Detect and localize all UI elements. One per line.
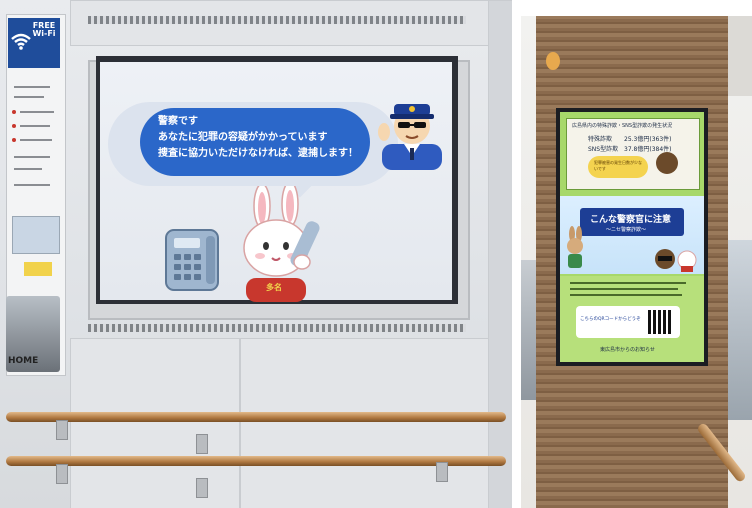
kiosk-sub-title: 〜ニセ警察詐欺〜 [606,227,647,233]
rail-bracket [56,420,68,440]
handrail-lower [6,456,506,466]
handrail-upper [6,412,506,422]
kiosk-raccoon-icon [656,152,678,174]
wall-mascot [546,52,560,70]
sign-text-line [20,139,52,141]
kiosk-characters-icon [655,249,697,272]
decor-strip-bottom [88,324,466,332]
sign-text-line [14,156,50,158]
kiosk-text-line [570,282,686,284]
sign-text-line [20,111,54,113]
kiosk-rabbit-icon [567,226,583,268]
speech-line-1: 警察です [158,116,198,127]
sign-text-line [20,125,50,127]
wall-edge [488,0,512,508]
police-officer-illustration [378,104,442,170]
speech-line-2: あなたに犯罪の容疑がかかっています [158,132,328,143]
wifi-sign-label: FREE Wi-Fi [32,21,56,38]
qr-code-icon[interactable] [648,310,672,334]
sign-text-line [14,86,50,88]
rail-bracket [56,464,68,484]
store-sign-label: HOME [8,356,39,366]
floor-map [12,216,60,254]
store-shelves-right [728,240,752,420]
sign-text-line [14,184,50,186]
wall-panel-lower-right [240,338,492,508]
rail-bracket [196,434,208,454]
kiosk-badge-text: 犯罪被害の発生日数が少ないです [594,160,642,171]
kiosk-stat-label-2: SNS型詐欺 [588,146,619,153]
kiosk-text-line [570,294,682,296]
kiosk-stat-value-1: 25.3億円(363件) [624,136,672,143]
left-photo: FREE Wi-Fi HOME 警察です あなたに犯罪の容疑がかかっています 捜… [0,0,512,508]
wifi-icon [11,33,31,50]
sign-text-line [14,96,44,98]
rail-bracket [436,462,448,482]
decor-strip-top [88,16,466,24]
rail-bracket [196,478,208,498]
kiosk-qr-label: こちらのQRコードからどうぞ [580,317,641,322]
wall-panel-lower-left [70,338,240,508]
kiosk-stat-label-1: 特殊詐欺 [588,136,613,143]
kiosk-main-title: こんな警察官に注意 [590,215,672,225]
telephone-illustration [165,229,219,291]
sign-text-line [14,168,42,170]
rabbit-shirt-label: 多名 [266,283,282,292]
sign-bullet [12,110,16,114]
speech-line-3: 捜査に協力いただけなければ、逮捕します！ [158,148,358,159]
yellow-sign [24,262,52,276]
kiosk-stats-heading: 広島県内の特殊詐欺・SNS型詐欺の発生状況 [572,123,673,129]
sign-bullet [12,124,16,128]
kiosk-text-line [570,288,678,290]
sign-bullet [12,138,16,142]
kiosk-footer: 東広島市からのお知らせ [600,347,655,353]
